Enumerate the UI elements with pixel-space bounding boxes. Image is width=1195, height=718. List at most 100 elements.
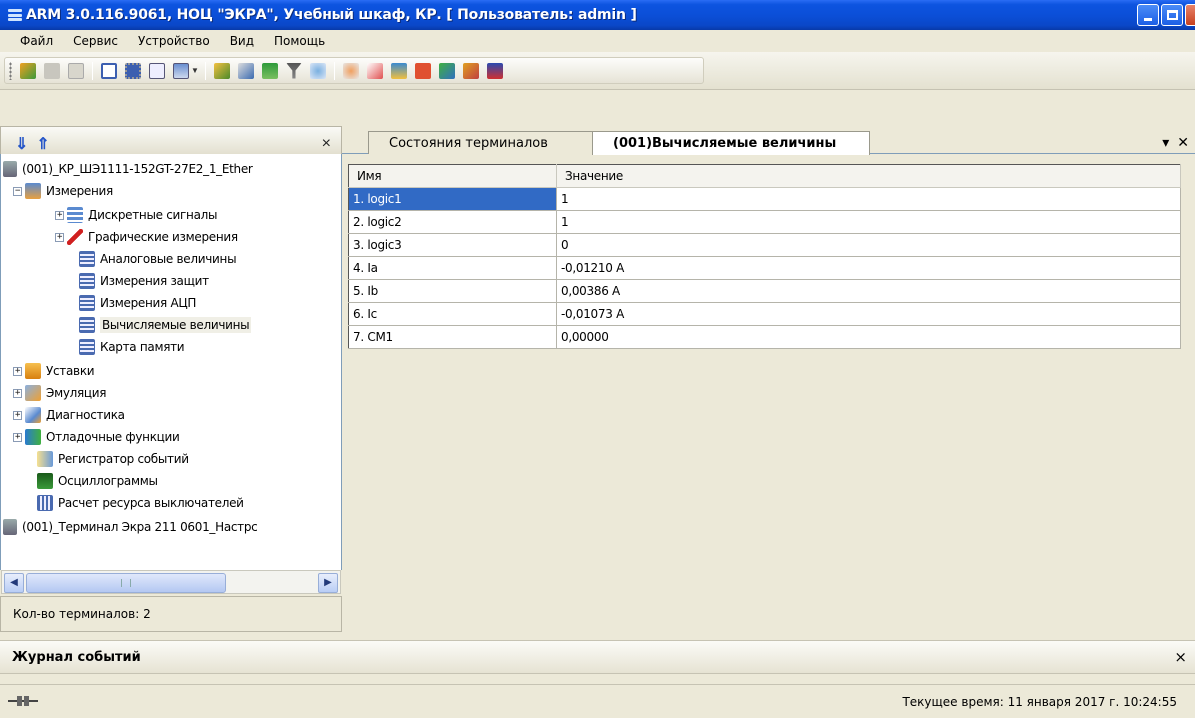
tab-terminal-states[interactable]: Состояния терминалов — [368, 131, 596, 154]
oscillogram-icon — [37, 473, 53, 489]
column-header-name[interactable]: Имя — [348, 164, 557, 188]
cell-name[interactable]: 1. logic1 — [348, 187, 557, 211]
expand-icon[interactable]: + — [13, 432, 22, 442]
report-icon[interactable] — [236, 61, 256, 81]
current-time: Текущее время: 11 января 2017 г. 10:24:5… — [902, 695, 1177, 709]
tree-node-vychislyaemye[interactable]: Вычисляемые величины — [79, 314, 252, 336]
cell-name[interactable]: 6. Ic — [348, 302, 557, 326]
left-panel-close-button[interactable]: × — [322, 135, 331, 153]
edit-icon[interactable] — [365, 61, 385, 81]
book-icon[interactable] — [485, 61, 505, 81]
tree-horizontal-scrollbar[interactable]: ◀ ▶ — [1, 570, 341, 594]
tools-icon[interactable] — [461, 61, 481, 81]
layout-dropdown-icon[interactable]: ▼ — [191, 66, 199, 75]
expand-icon[interactable]: + — [13, 388, 22, 398]
connect-icon[interactable] — [18, 61, 38, 81]
table-row[interactable]: 7. CM1 0,00000 — [348, 325, 1181, 349]
expand-icon[interactable]: + — [55, 210, 64, 220]
terminal-count-status: Кол-во терминалов: 2 — [0, 596, 342, 632]
tree-node-izmereniya[interactable]: − Измерения — [13, 180, 113, 202]
cell-value[interactable]: -0,01073 A — [556, 302, 1181, 326]
network-icon[interactable] — [260, 61, 280, 81]
cell-name[interactable]: 4. Ia — [348, 256, 557, 280]
table-row[interactable]: 1. logic1 1 — [348, 187, 1181, 211]
menu-device[interactable]: Устройство — [128, 31, 220, 51]
close-window-button[interactable] — [1185, 4, 1195, 26]
tree-node-analogovye[interactable]: Аналоговые величины — [79, 248, 237, 270]
computer-icon — [3, 519, 17, 535]
tree-node-diskretnye[interactable]: + Дискретные сигналы — [55, 204, 217, 226]
tree-node-emulyaciya[interactable]: + Эмуляция — [13, 382, 107, 404]
tree-node-root1[interactable]: (001)_КР_ШЭ1111-152GT-27E2_1_Ether — [3, 158, 253, 180]
window-icon[interactable] — [123, 61, 143, 81]
fit-icon[interactable] — [147, 61, 167, 81]
table-row[interactable]: 2. logic2 1 — [348, 210, 1181, 234]
connection-icon — [8, 696, 38, 706]
tab-strip: Состояния терминалов (001)Вычисляемые ве… — [342, 126, 1195, 155]
event-journal-close-button[interactable]: × — [1174, 648, 1187, 666]
list-icon[interactable] — [99, 61, 119, 81]
tree-node-zaschit[interactable]: Измерения защит — [79, 270, 209, 292]
user-icon[interactable] — [341, 61, 361, 81]
table-row[interactable]: 5. Ib 0,00386 A — [348, 279, 1181, 303]
tree-node-acp[interactable]: Измерения АЦП — [79, 292, 196, 314]
tree-node-graficheskie[interactable]: + Графические измерения — [55, 226, 238, 248]
tree-node-raschet[interactable]: Расчет ресурса выключателей — [37, 492, 244, 514]
scroll-left-icon[interactable]: ◀ — [4, 573, 24, 593]
tree-node-otladochnye[interactable]: + Отладочные функции — [13, 426, 180, 448]
collapse-icon[interactable]: − — [13, 186, 22, 196]
arrow-down-icon[interactable]: ⇓ — [15, 134, 28, 154]
tree-node-ustavki[interactable]: + Уставки — [13, 360, 95, 382]
computer-icon — [3, 161, 17, 177]
cell-value[interactable]: 0 — [556, 233, 1181, 257]
export-icon[interactable] — [212, 61, 232, 81]
cell-value[interactable]: 1 — [556, 210, 1181, 234]
folder-settings-icon — [25, 363, 41, 379]
diagnostics-icon — [25, 407, 41, 423]
menu-file[interactable]: Файл — [10, 31, 63, 51]
maximize-button[interactable] — [1161, 4, 1183, 26]
cell-value[interactable]: 1 — [556, 187, 1181, 211]
tree-node-diagnostika[interactable]: + Диагностика — [13, 404, 125, 426]
expand-icon[interactable]: + — [13, 410, 22, 420]
menu-help[interactable]: Помощь — [264, 31, 335, 51]
terminal-icon[interactable] — [66, 61, 86, 81]
tree-node-karta[interactable]: Карта памяти — [79, 336, 185, 358]
column-header-value[interactable]: Значение — [556, 164, 1181, 188]
scroll-right-icon[interactable]: ▶ — [318, 573, 338, 593]
arrow-up-icon[interactable]: ⇑ — [36, 134, 49, 154]
chart-icon[interactable] — [413, 61, 433, 81]
menu-service[interactable]: Сервис — [63, 31, 128, 51]
layout-icon[interactable] — [171, 61, 191, 81]
minimize-button[interactable] — [1137, 4, 1159, 26]
event-log-icon — [37, 451, 53, 467]
table-row[interactable]: 3. logic3 0 — [348, 233, 1181, 257]
expand-icon[interactable]: + — [13, 366, 22, 376]
refresh-icon[interactable] — [437, 61, 457, 81]
toolbar-grip-icon[interactable] — [9, 61, 12, 80]
table-row[interactable]: 4. Ia -0,01210 A — [348, 256, 1181, 280]
cell-value[interactable]: 0,00386 A — [556, 279, 1181, 303]
menu-view[interactable]: Вид — [220, 31, 264, 51]
cell-name[interactable]: 7. CM1 — [348, 325, 557, 349]
tab-computed-values[interactable]: (001)Вычисляемые величины — [592, 131, 870, 155]
tree-node-registrator[interactable]: Регистратор событий — [37, 448, 189, 470]
tab-list-dropdown-icon[interactable]: ▾ — [1162, 134, 1169, 151]
tree-node-oscillogrammy[interactable]: Осциллограммы — [37, 470, 158, 492]
tree-node-root2[interactable]: (001)_Терминал Экра 211 0601_Настрс — [3, 516, 258, 538]
cell-name[interactable]: 3. logic3 — [348, 233, 557, 257]
close-tab-button[interactable]: ✕ — [1177, 134, 1189, 151]
filter-icon[interactable] — [284, 61, 304, 81]
terminal-tree: (001)_КР_ШЭ1111-152GT-27E2_1_Ether − Изм… — [0, 154, 342, 570]
cell-value[interactable]: 0,00000 — [556, 325, 1181, 349]
disconnect-icon[interactable] — [42, 61, 62, 81]
save-icon[interactable] — [389, 61, 409, 81]
table-row[interactable]: 6. Ic -0,01073 A — [348, 302, 1181, 326]
cell-name[interactable]: 5. Ib — [348, 279, 557, 303]
cell-value[interactable]: -0,01210 A — [556, 256, 1181, 280]
table-icon — [79, 317, 95, 333]
settings-icon[interactable] — [308, 61, 328, 81]
cell-name[interactable]: 2. logic2 — [348, 210, 557, 234]
scroll-thumb[interactable] — [26, 573, 226, 593]
expand-icon[interactable]: + — [55, 232, 64, 242]
